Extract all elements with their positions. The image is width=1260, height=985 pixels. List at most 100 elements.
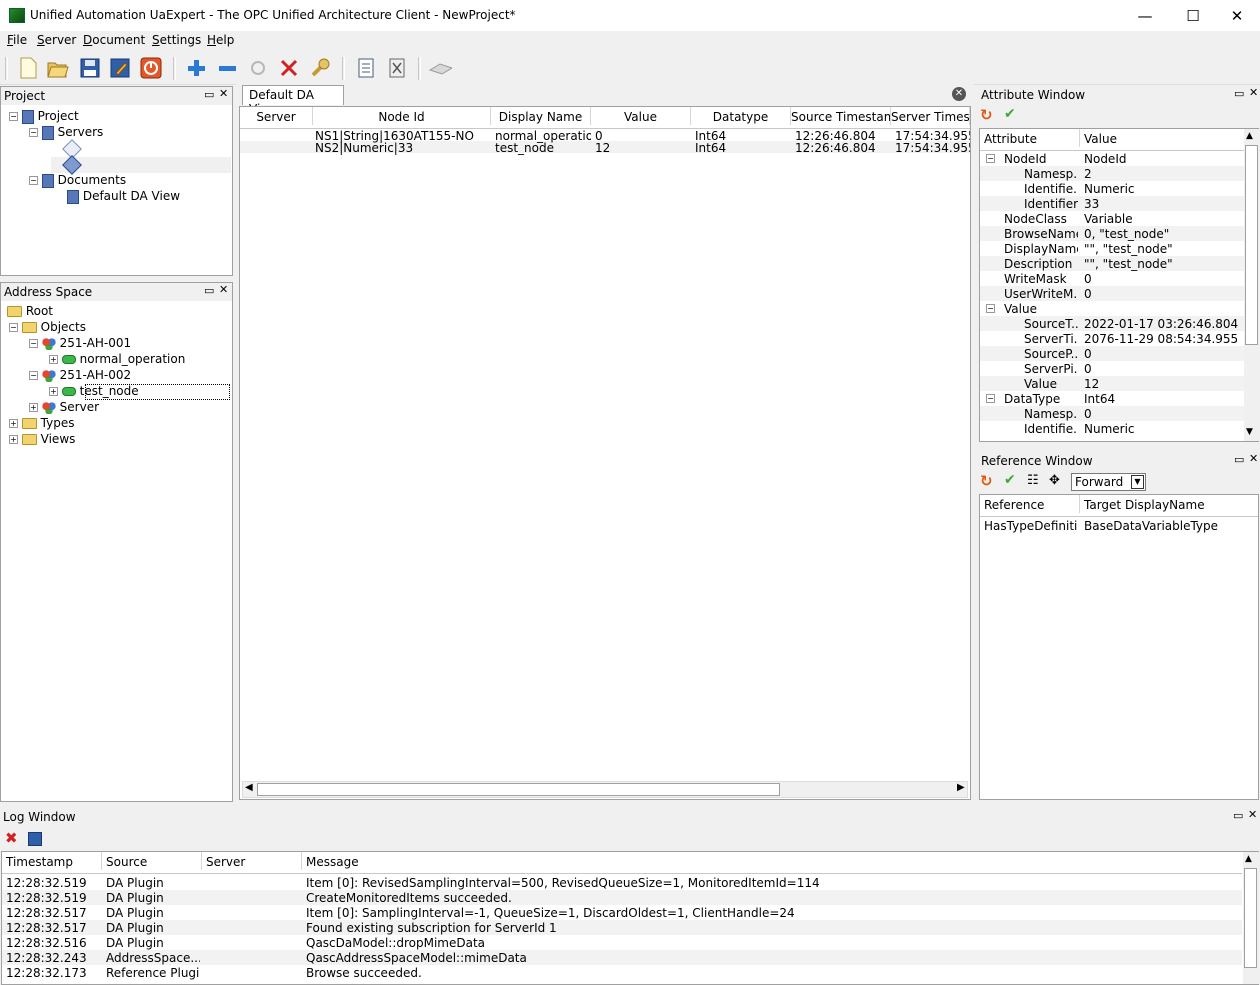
- col-server-timestamp[interactable]: Server Timestamp: [891, 107, 970, 125]
- chevron-down-icon[interactable]: ▼: [1131, 475, 1144, 489]
- disconnect-icon[interactable]: [277, 56, 301, 80]
- remove-server-icon[interactable]: [215, 56, 239, 80]
- tree-item-project[interactable]: Project: [38, 109, 79, 123]
- tree-item-views[interactable]: Views: [41, 432, 76, 446]
- expand-icon[interactable]: +: [29, 403, 38, 412]
- col-timestamp[interactable]: Timestamp: [2, 852, 102, 870]
- scroll-left-icon[interactable]: ◀: [245, 782, 253, 793]
- scroll-up-icon[interactable]: ▲: [1245, 854, 1252, 864]
- menu-document[interactable]: Document: [83, 33, 145, 47]
- collapse-icon[interactable]: −: [29, 339, 38, 348]
- col-attribute[interactable]: Attribute: [980, 129, 1080, 147]
- collapse-icon[interactable]: −: [986, 154, 995, 163]
- col-value[interactable]: Value: [1080, 129, 1244, 147]
- collapse-icon[interactable]: −: [29, 176, 38, 185]
- expand-icon[interactable]: +: [9, 435, 18, 444]
- cell-source: DA Plugin: [106, 921, 164, 935]
- tree-item-types[interactable]: Types: [41, 416, 75, 430]
- vertical-scrollbar[interactable]: ▲: [1243, 852, 1259, 984]
- close-icon[interactable]: ✕: [1248, 808, 1257, 821]
- tree-item-251-ah-002[interactable]: 251-AH-002: [60, 368, 131, 382]
- scroll-thumb[interactable]: [257, 783, 780, 796]
- scroll-thumb[interactable]: [1244, 868, 1257, 968]
- tree-item-objects[interactable]: Objects: [41, 320, 86, 334]
- hierarchy-icon[interactable]: ☷: [1027, 473, 1045, 491]
- float-icon[interactable]: ▭: [1234, 453, 1244, 466]
- float-icon[interactable]: ▭: [1233, 809, 1243, 822]
- server-icon[interactable]: [62, 154, 82, 175]
- tree-item-documents[interactable]: Documents: [58, 173, 126, 187]
- save-log-icon[interactable]: [28, 832, 42, 846]
- close-tab-icon[interactable]: ✕: [952, 87, 966, 101]
- col-value[interactable]: Value: [591, 107, 691, 125]
- connect-icon[interactable]: [246, 56, 270, 80]
- cell-timestamp: 12:28:32.516: [6, 936, 87, 950]
- settings-wrench-icon[interactable]: [308, 56, 332, 80]
- vertical-scrollbar[interactable]: ▲ ▼: [1244, 129, 1260, 441]
- tree-item-normal-operation[interactable]: normal_operation: [80, 352, 186, 366]
- close-icon[interactable]: ✕: [1249, 452, 1258, 465]
- expand-icon[interactable]: +: [49, 355, 58, 364]
- scroll-up-icon[interactable]: ▲: [1246, 131, 1253, 141]
- col-target-displayname[interactable]: Target DisplayName: [1080, 495, 1258, 513]
- menu-help[interactable]: Help: [207, 33, 234, 47]
- scroll-down-icon[interactable]: ▼: [1246, 427, 1253, 437]
- collapse-icon[interactable]: −: [986, 394, 995, 403]
- minimize-button[interactable]: —: [1122, 0, 1168, 31]
- float-icon[interactable]: ▭: [204, 284, 214, 297]
- remove-document-icon[interactable]: [385, 56, 409, 80]
- cell-value: "", "test_node": [1084, 242, 1173, 256]
- add-document-icon[interactable]: [354, 56, 378, 80]
- check-icon[interactable]: ✔: [1004, 106, 1022, 126]
- float-icon[interactable]: ▭: [204, 88, 214, 101]
- col-reference[interactable]: Reference: [980, 495, 1080, 513]
- float-icon[interactable]: ▭: [1234, 87, 1244, 100]
- save-as-icon[interactable]: [108, 56, 132, 80]
- check-icon[interactable]: ✔: [1004, 472, 1022, 492]
- refresh-icon[interactable]: ↻: [980, 106, 998, 126]
- tree-item-default-da-view[interactable]: Default DA View: [83, 189, 180, 203]
- close-icon[interactable]: ✕: [219, 87, 228, 100]
- save-project-icon[interactable]: [78, 56, 102, 80]
- close-icon[interactable]: ✕: [219, 283, 228, 296]
- collapse-icon[interactable]: −: [9, 112, 18, 121]
- collapse-icon[interactable]: −: [986, 304, 995, 313]
- col-datatype[interactable]: Datatype: [691, 107, 791, 125]
- col-node-id[interactable]: Node Id: [313, 107, 491, 125]
- menu-file[interactable]: File: [7, 33, 27, 47]
- tab-default-da-view[interactable]: Default DA View: [242, 85, 344, 116]
- scroll-thumb[interactable]: [1245, 145, 1258, 345]
- scroll-right-icon[interactable]: ▶: [957, 782, 965, 793]
- close-button[interactable]: ✕: [1214, 0, 1260, 31]
- tree-item-server[interactable]: Server: [60, 400, 99, 414]
- add-server-icon[interactable]: [184, 56, 208, 80]
- navigate-icon[interactable]: ✥: [1049, 473, 1067, 491]
- collapse-icon[interactable]: −: [29, 128, 38, 137]
- certificate-icon[interactable]: [428, 56, 452, 80]
- col-server[interactable]: Server: [202, 852, 302, 870]
- tree-item-251-ah-001[interactable]: 251-AH-001: [60, 336, 131, 350]
- collapse-icon[interactable]: −: [9, 323, 18, 332]
- menu-settings[interactable]: Settings: [152, 33, 201, 47]
- power-icon[interactable]: [139, 56, 163, 80]
- tree-item-test-node[interactable]: test_node: [80, 384, 139, 398]
- collapse-icon[interactable]: −: [29, 371, 38, 380]
- menu-server[interactable]: Server: [37, 33, 76, 47]
- col-message[interactable]: Message: [302, 852, 1242, 870]
- close-icon[interactable]: ✕: [1249, 86, 1258, 99]
- col-source[interactable]: Source: [102, 852, 202, 870]
- tree-item-servers[interactable]: Servers: [58, 125, 104, 139]
- horizontal-scrollbar[interactable]: ◀ ▶: [242, 781, 968, 798]
- open-project-icon[interactable]: [46, 56, 70, 80]
- clear-log-icon[interactable]: ✖: [5, 829, 18, 847]
- tree-item-root[interactable]: Root: [26, 304, 53, 318]
- new-project-icon[interactable]: [16, 56, 40, 80]
- refresh-icon[interactable]: ↻: [980, 472, 998, 492]
- maximize-button[interactable]: ☐: [1170, 0, 1216, 31]
- expand-icon[interactable]: +: [49, 387, 58, 396]
- expand-icon[interactable]: +: [9, 419, 18, 428]
- col-source-timestamp[interactable]: Source Timestamp: [791, 107, 891, 125]
- direction-select[interactable]: Forward ▼: [1071, 473, 1146, 491]
- col-server[interactable]: Server: [240, 107, 313, 125]
- col-display-name[interactable]: Display Name: [491, 107, 591, 125]
